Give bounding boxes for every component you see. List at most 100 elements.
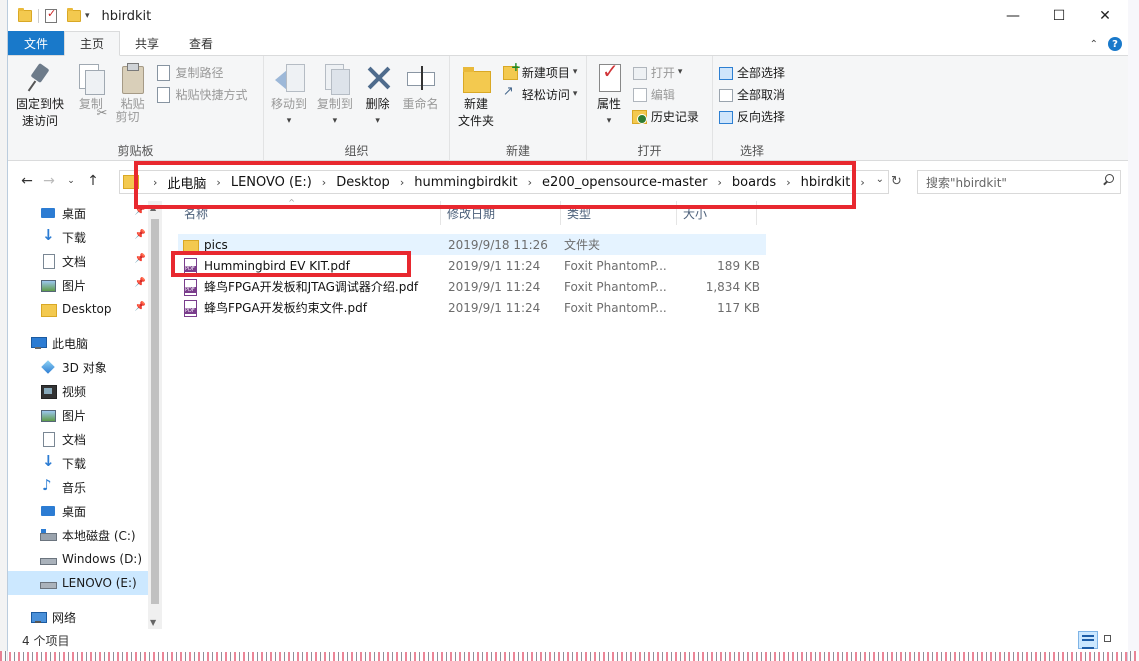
breadcrumb-separator-icon[interactable]: › xyxy=(854,176,870,189)
table-row[interactable]: 蜂鸟FPGA开发板约束文件.pdf 2019/9/1 11:24 Foxit P… xyxy=(178,297,766,318)
nav-item-label: 此电脑 xyxy=(52,336,89,351)
rename-label: 重命名 xyxy=(402,97,439,111)
scroll-down-icon[interactable]: ▼ xyxy=(150,618,156,627)
nav-item-desktop[interactable]: 桌面 xyxy=(8,499,156,523)
close-button[interactable]: ✕ xyxy=(1082,0,1128,32)
group-label-organize: 组织 xyxy=(344,144,369,158)
large-icons-view-icon[interactable] xyxy=(1100,631,1120,649)
column-header-size[interactable]: 大小 xyxy=(677,201,757,225)
search-input[interactable]: 搜索"hbirdkit" xyxy=(917,170,1121,194)
nav-item-label: 音乐 xyxy=(62,480,87,495)
cut-button[interactable]: 剪切 xyxy=(95,106,247,126)
nav-item-downloads[interactable]: 下载 xyxy=(8,451,156,475)
pin-icon xyxy=(24,62,56,94)
scroll-up-icon[interactable]: ▲ xyxy=(150,203,156,212)
breadcrumb-lenovo-drive[interactable]: LENOVO (E:) xyxy=(227,175,316,190)
select-none-button[interactable]: 全部取消 xyxy=(717,84,785,104)
maximize-button[interactable]: ☐ xyxy=(1036,0,1082,32)
forward-arrow-icon[interactable]: → xyxy=(38,173,60,189)
pin-icon[interactable]: 📌 xyxy=(135,278,146,288)
breadcrumb-separator-icon[interactable]: › xyxy=(316,176,332,189)
copy-to-button[interactable]: 复制到 ▾ xyxy=(314,60,356,132)
breadcrumb-separator-icon[interactable]: › xyxy=(780,176,796,189)
open-button[interactable]: 打开 ▾ xyxy=(631,62,699,82)
file-name: pics xyxy=(204,237,228,252)
nav-item-local-disk-c[interactable]: 本地磁盘 (C:) xyxy=(8,523,156,547)
tab-share[interactable]: 共享 xyxy=(120,31,174,55)
delete-button[interactable]: 删除 ▾ xyxy=(360,60,396,132)
breadcrumb-hummingbirdkit[interactable]: hummingbirdkit xyxy=(410,175,521,190)
pin-icon[interactable]: 📌 xyxy=(135,206,146,216)
breadcrumb-this-pc[interactable]: 此电脑 xyxy=(163,173,210,192)
paste-shortcut-button[interactable]: 粘贴快捷方式 xyxy=(155,84,248,104)
nav-item-label: 网络 xyxy=(52,610,77,625)
nav-item-music[interactable]: 音乐 xyxy=(8,475,156,499)
nav-item-network[interactable]: 网络 xyxy=(8,605,156,629)
copy-path-button[interactable]: 复制路径 xyxy=(155,62,247,82)
minimize-button[interactable]: — xyxy=(990,0,1036,32)
address-bar[interactable]: › 此电脑 › LENOVO (E:) › Desktop › hummingb… xyxy=(119,170,889,194)
tab-view[interactable]: 查看 xyxy=(174,31,228,55)
navigation-scrollbar[interactable]: ▲ ▼ xyxy=(148,201,162,629)
collapse-ribbon-chevron-icon[interactable]: ⌃ xyxy=(1090,39,1098,50)
move-to-button[interactable]: 移动到 ▾ xyxy=(268,60,310,132)
breadcrumb-separator-icon[interactable]: › xyxy=(147,176,163,189)
nav-item-3d-objects[interactable]: 3D 对象 xyxy=(8,355,156,379)
breadcrumb-boards[interactable]: boards xyxy=(728,175,780,190)
column-header-label: 类型 xyxy=(567,206,592,221)
new-folder-button[interactable]: 新建 文件夹 xyxy=(454,60,498,132)
nav-item-quick-downloads[interactable]: 下载 📌 xyxy=(8,225,156,249)
details-view-icon[interactable] xyxy=(1078,631,1098,649)
column-header-type[interactable]: 类型 xyxy=(561,201,677,225)
pin-quick-access-label: 固定到快 速访问 xyxy=(15,97,64,128)
breadcrumb-desktop[interactable]: Desktop xyxy=(332,175,394,190)
pin-icon[interactable]: 📌 xyxy=(135,230,146,240)
nav-item-quick-documents[interactable]: 文档 📌 xyxy=(8,249,156,273)
select-all-button[interactable]: 全部选择 xyxy=(717,62,785,82)
pin-quick-access-button[interactable]: 固定到快 速访问 xyxy=(12,60,68,132)
tab-file[interactable]: 文件 xyxy=(8,31,65,55)
properties-icon[interactable] xyxy=(45,7,57,23)
breadcrumb-hbirdkit[interactable]: hbirdkit xyxy=(797,175,855,190)
nav-item-quick-desktop[interactable]: 桌面 📌 xyxy=(8,201,156,225)
easy-access-button[interactable]: 轻松访问▾ xyxy=(502,84,578,104)
invert-selection-button[interactable]: 反向选择 xyxy=(717,106,785,126)
tab-home[interactable]: 主页 xyxy=(64,31,121,56)
history-button[interactable]: 历史记录 xyxy=(631,106,699,126)
edit-button[interactable]: 编辑 xyxy=(631,84,699,104)
back-arrow-icon[interactable]: ← xyxy=(16,173,38,189)
nav-item-quick-desktop-folder[interactable]: Desktop 📌 xyxy=(8,297,156,321)
breadcrumb-separator-icon[interactable]: › xyxy=(522,176,538,189)
table-row[interactable]: 蜂鸟FPGA开发板和JTAG调试器介绍.pdf 2019/9/1 11:24 F… xyxy=(178,276,766,297)
scrollbar-thumb[interactable] xyxy=(151,219,159,604)
nav-item-windows-d[interactable]: Windows (D:) xyxy=(8,547,156,571)
new-item-button[interactable]: 新建项目▾ xyxy=(502,60,577,82)
pin-icon[interactable]: 📌 xyxy=(135,302,146,312)
breadcrumb-separator-icon[interactable]: › xyxy=(210,176,226,189)
nav-item-pictures[interactable]: 图片 xyxy=(8,403,156,427)
breadcrumb-e200[interactable]: e200_opensource-master xyxy=(538,175,711,190)
file-date: 2019/9/1 11:24 xyxy=(448,258,541,273)
pin-icon[interactable]: 📌 xyxy=(135,254,146,264)
new-folder-icon[interactable] xyxy=(67,8,81,22)
nav-item-lenovo-e[interactable]: LENOVO (E:) xyxy=(8,571,156,595)
column-header-date[interactable]: 修改日期 xyxy=(441,201,561,225)
rename-button[interactable]: 重命名 xyxy=(399,60,441,115)
nav-item-quick-pictures[interactable]: 图片 📌 xyxy=(8,273,156,297)
nav-item-videos[interactable]: 视频 xyxy=(8,379,156,403)
breadcrumb-separator-icon[interactable]: › xyxy=(711,176,727,189)
address-history-chevron-icon[interactable]: ⌄ xyxy=(876,174,884,185)
up-arrow-icon[interactable]: ↑ xyxy=(82,173,104,189)
recent-locations-chevron-icon[interactable]: ⌄ xyxy=(60,176,82,186)
customize-toolbar-chevron-icon[interactable]: ▾ xyxy=(85,11,90,21)
table-row[interactable]: pics 2019/9/18 11:26 文件夹 xyxy=(178,234,766,255)
search-icon[interactable] xyxy=(1102,174,1114,186)
properties-button[interactable]: 属性 ▾ xyxy=(591,60,627,132)
refresh-icon[interactable]: ↻ xyxy=(891,174,902,189)
table-row[interactable]: Hummingbird EV KIT.pdf 2019/9/1 11:24 Fo… xyxy=(178,255,766,276)
breadcrumb-separator-icon[interactable]: › xyxy=(394,176,410,189)
help-icon[interactable]: ? xyxy=(1108,37,1122,51)
column-header-name[interactable]: ^ 名称 xyxy=(164,198,441,225)
nav-item-documents[interactable]: 文档 xyxy=(8,427,156,451)
nav-item-this-pc[interactable]: 此电脑 xyxy=(8,331,156,355)
